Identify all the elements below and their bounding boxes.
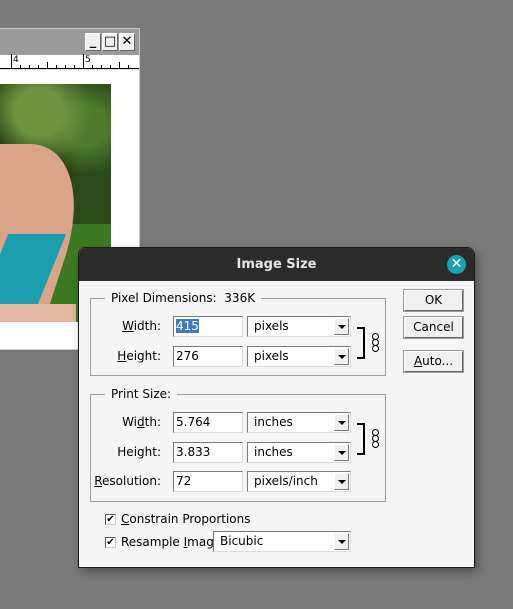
chevron-down-icon[interactable] bbox=[334, 348, 349, 365]
label-text: uto... bbox=[422, 354, 454, 368]
maximize-icon: □ bbox=[103, 34, 117, 49]
pixel-height-input[interactable]: 276 bbox=[173, 346, 243, 367]
maximize-button[interactable]: □ bbox=[102, 33, 118, 51]
label-text: onstrain Proportions bbox=[129, 512, 251, 526]
minimize-button[interactable]: _ bbox=[85, 33, 101, 51]
constrain-proportions-checkbox[interactable]: ✔ bbox=[105, 514, 116, 525]
label-text: Wi bbox=[122, 415, 138, 429]
chevron-down-icon[interactable] bbox=[334, 473, 349, 490]
mnemonic: A bbox=[413, 354, 423, 368]
mnemonic: d bbox=[137, 415, 145, 429]
ruler-label: 5 bbox=[85, 55, 91, 65]
close-button[interactable]: ✕ bbox=[119, 33, 135, 51]
constrain-bracket bbox=[357, 423, 365, 455]
constrain-proportions-label[interactable]: Constrain Proportions bbox=[121, 512, 251, 526]
pixel-width-input[interactable]: 415 bbox=[173, 316, 243, 337]
ruler-tick bbox=[92, 65, 93, 68]
ruler-tick bbox=[101, 65, 102, 68]
pixel-height-unit: pixels bbox=[254, 349, 289, 363]
resample-image-checkbox[interactable]: ✔ bbox=[105, 537, 116, 548]
ruler-label: 4 bbox=[13, 55, 19, 65]
pixel-width-label: Width: bbox=[91, 316, 161, 336]
mnemonic: R bbox=[94, 474, 103, 488]
ruler-tick bbox=[74, 65, 75, 68]
label-text: esolution: bbox=[102, 474, 161, 488]
print-size-group: Print Size: Width: 5.764 inches Height: … bbox=[90, 387, 386, 502]
photo-foreground bbox=[0, 304, 76, 322]
chain-link-icon bbox=[370, 429, 380, 449]
resolution-unit: pixels/inch bbox=[254, 474, 318, 488]
ok-button[interactable]: OK bbox=[403, 289, 464, 312]
resolution-value: 72 bbox=[176, 474, 192, 488]
checkmark-icon: ✔ bbox=[106, 514, 115, 525]
image-size-dialog: Image Size ✕ Pixel Dimensions: 336K Widt… bbox=[78, 247, 475, 568]
chevron-down-icon[interactable] bbox=[334, 444, 349, 461]
label-text: idth: bbox=[133, 319, 161, 333]
dialog-title: Image Size bbox=[236, 257, 317, 272]
cancel-button[interactable]: Cancel bbox=[403, 316, 464, 339]
label-text: Resample bbox=[121, 535, 184, 549]
ruler-tick bbox=[65, 65, 66, 68]
mnemonic: W bbox=[122, 319, 134, 333]
print-width-input[interactable]: 5.764 bbox=[173, 412, 243, 433]
print-width-unit-select[interactable]: inches bbox=[247, 412, 351, 433]
chevron-down-icon[interactable] bbox=[334, 533, 349, 550]
chevron-down-icon[interactable] bbox=[334, 318, 349, 335]
pixel-height-label: Height: bbox=[91, 346, 161, 366]
chevron-down-icon[interactable] bbox=[334, 414, 349, 431]
print-width-label: Width: bbox=[91, 412, 161, 432]
minimize-icon: _ bbox=[89, 34, 97, 49]
pixel-width-value: 415 bbox=[176, 319, 199, 333]
ruler-tick bbox=[47, 62, 48, 68]
resolution-label: Resolution: bbox=[91, 471, 161, 491]
constrain-bracket bbox=[357, 327, 365, 359]
document-titlebar[interactable]: _ □ ✕ bbox=[0, 29, 139, 55]
resample-method-select[interactable]: Bicubic bbox=[213, 531, 351, 552]
print-height-value: 3.833 bbox=[176, 445, 211, 459]
label-text: eight: bbox=[126, 349, 161, 363]
pixel-width-unit: pixels bbox=[254, 319, 289, 333]
ruler-tick bbox=[56, 65, 57, 68]
ruler-tick bbox=[119, 62, 120, 68]
ruler-tick bbox=[128, 65, 129, 68]
pixel-height-value: 276 bbox=[176, 349, 199, 363]
ruler-tick bbox=[29, 65, 30, 68]
auto-button[interactable]: Auto... bbox=[403, 350, 464, 373]
pixel-width-unit-select[interactable]: pixels bbox=[247, 316, 351, 337]
ruler-tick bbox=[20, 65, 21, 68]
ruler-tick bbox=[110, 65, 111, 68]
checkmark-icon: ✔ bbox=[106, 537, 115, 548]
chain-link-icon bbox=[370, 333, 380, 353]
resample-method-value: Bicubic bbox=[220, 534, 264, 548]
resolution-unit-select[interactable]: pixels/inch bbox=[247, 471, 351, 492]
ruler-tick bbox=[38, 65, 39, 68]
print-width-unit: inches bbox=[254, 415, 293, 429]
resample-image-label[interactable]: Resample Image: bbox=[121, 535, 225, 549]
pixel-dimensions-title: Pixel Dimensions: 336K bbox=[105, 291, 262, 305]
pixel-dimensions-label: Pixel Dimensions: bbox=[111, 291, 217, 305]
close-icon: ✕ bbox=[450, 256, 463, 272]
close-icon: ✕ bbox=[121, 34, 133, 49]
mnemonic: H bbox=[117, 349, 127, 363]
print-height-unit-select[interactable]: inches bbox=[247, 442, 351, 463]
print-size-title: Print Size: bbox=[105, 387, 178, 401]
ruler-tick bbox=[11, 54, 12, 68]
dialog-titlebar[interactable]: Image Size ✕ bbox=[79, 248, 474, 281]
pixel-height-unit-select[interactable]: pixels bbox=[247, 346, 351, 367]
print-height-unit: inches bbox=[254, 445, 293, 459]
resolution-input[interactable]: 72 bbox=[173, 471, 243, 492]
ruler-tick bbox=[83, 54, 84, 68]
pixel-dimensions-group: Pixel Dimensions: 336K Width: 415 pixels… bbox=[90, 291, 386, 376]
horizontal-ruler: 4 5 bbox=[0, 54, 139, 69]
print-height-input[interactable]: 3.833 bbox=[173, 442, 243, 463]
print-width-value: 5.764 bbox=[176, 415, 211, 429]
pixel-dimensions-size: 336K bbox=[224, 291, 256, 305]
print-height-label: Height: bbox=[117, 445, 161, 459]
label-text: th: bbox=[144, 415, 161, 429]
dialog-close-button[interactable]: ✕ bbox=[447, 255, 466, 274]
